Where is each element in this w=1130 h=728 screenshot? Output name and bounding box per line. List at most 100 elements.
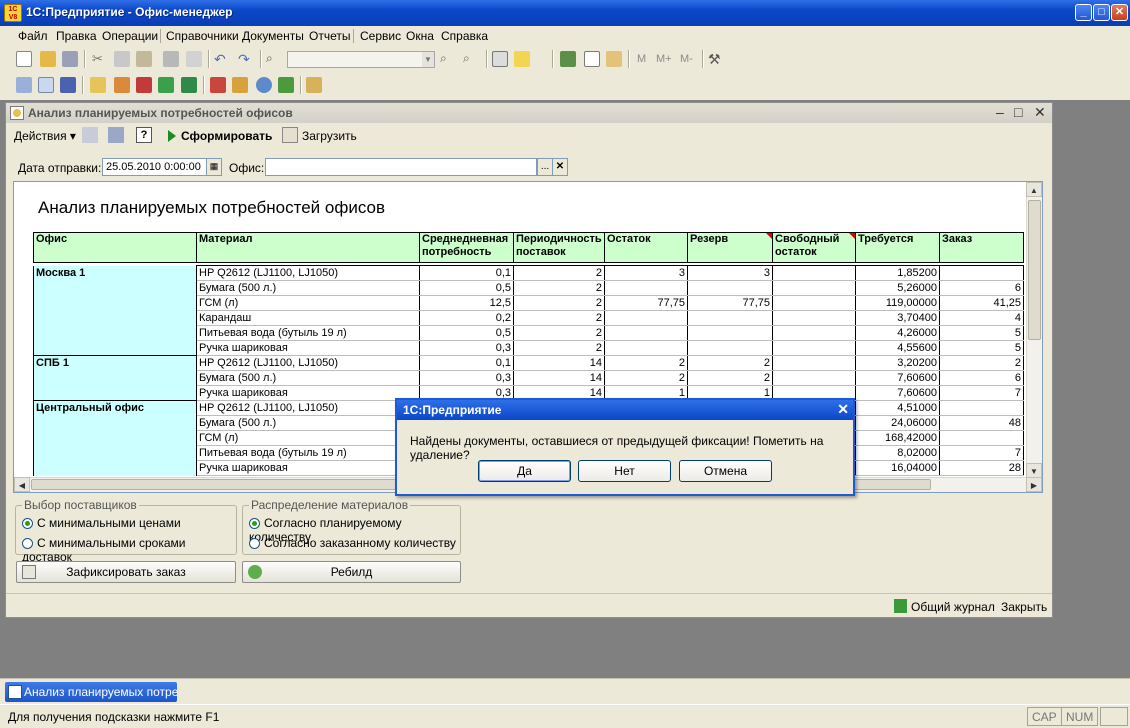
radio-checked-icon[interactable]: [22, 518, 33, 529]
radio-unchecked-icon[interactable]: [22, 538, 33, 549]
menu-file[interactable]: Файл: [18, 29, 48, 43]
doc3-icon[interactable]: [278, 77, 294, 93]
table-row[interactable]: СПБ 1 HP Q2612 (LJ1100, LJ1050) 0,1 14 2 2 3,…: [33, 355, 1024, 401]
windows-icon[interactable]: [492, 51, 508, 67]
globe-icon[interactable]: [256, 77, 272, 93]
doc1-icon[interactable]: [210, 77, 226, 93]
radio-unchecked-icon[interactable]: [249, 538, 260, 549]
report3-icon[interactable]: [136, 77, 152, 93]
print-icon[interactable]: [163, 51, 179, 67]
no-button[interactable]: Нет: [578, 460, 671, 482]
journal-button[interactable]: Общий журнал: [911, 600, 995, 614]
vertical-scrollbar[interactable]: ▲ ▼: [1026, 182, 1042, 478]
office-select-button[interactable]: ...: [537, 158, 553, 176]
load-button[interactable]: Загрузить: [302, 129, 357, 143]
distribution-option-ordered[interactable]: Согласно заказанному количеству: [249, 536, 456, 550]
doc2-icon[interactable]: [232, 77, 248, 93]
menu-service[interactable]: Сервис: [360, 29, 401, 43]
report-title: Анализ планируемых потребностей офисов: [38, 198, 385, 217]
actions-menu[interactable]: Действия ▾: [14, 129, 76, 143]
load-icon[interactable]: [282, 127, 298, 143]
scroll-up-icon[interactable]: ▲: [1026, 182, 1042, 197]
vertical-scroll-thumb[interactable]: [1028, 200, 1041, 340]
cancel-button[interactable]: Отмена: [679, 460, 772, 482]
col-office: Офис: [33, 232, 197, 263]
close-window-button[interactable]: Закрыть: [1001, 600, 1047, 614]
report1-icon[interactable]: [90, 77, 106, 93]
report-toolbar: Действия ▾ ? Сформировать Загрузить: [6, 123, 1052, 147]
copy-icon[interactable]: [114, 51, 130, 67]
m-minus-button[interactable]: M-: [680, 53, 693, 65]
scroll-left-icon[interactable]: ◀: [14, 477, 30, 492]
navigate-icon[interactable]: [108, 127, 124, 143]
find-next-icon[interactable]: ⌕: [440, 51, 456, 67]
m-plus-button[interactable]: M+: [656, 53, 672, 65]
office-clear-icon[interactable]: ✕: [552, 158, 568, 176]
list-icon[interactable]: [16, 77, 32, 93]
supplier-option-min-price[interactable]: С минимальными ценами: [22, 516, 181, 530]
settings-icon[interactable]: [306, 77, 322, 93]
user-icon[interactable]: [606, 51, 622, 67]
help-icon[interactable]: ?: [136, 127, 152, 143]
calendar-icon[interactable]: [584, 51, 600, 67]
save-icon[interactable]: [62, 51, 78, 67]
yes-button[interactable]: Да: [478, 460, 571, 482]
paste-icon[interactable]: [136, 51, 152, 67]
scroll-right-icon[interactable]: ▶: [1026, 477, 1042, 492]
window-maximize-icon[interactable]: □: [1014, 104, 1022, 120]
find-prev-icon[interactable]: ⌕: [463, 51, 479, 67]
taskbar-item-report[interactable]: Анализ планируемых потре...: [5, 682, 177, 702]
journal-icon: [894, 599, 907, 613]
window-close-icon[interactable]: ✕: [1034, 104, 1046, 121]
minimize-button[interactable]: _: [1075, 4, 1092, 21]
menu-documents[interactable]: Документы: [242, 29, 304, 43]
col-balance: Остаток: [604, 232, 688, 263]
binoculars-icon[interactable]: ⌕: [266, 51, 282, 67]
scroll-down-icon[interactable]: ▼: [1026, 463, 1042, 478]
supplier-option-min-delivery[interactable]: С минимальными сроками доставок: [22, 536, 236, 564]
report2-icon[interactable]: [114, 77, 130, 93]
rebuild-button[interactable]: Ребилд: [242, 561, 461, 583]
dialog-close-icon[interactable]: ✕: [837, 401, 849, 418]
tools-icon[interactable]: ⚒: [708, 51, 724, 67]
close-app-button[interactable]: ✕: [1111, 4, 1128, 21]
fix-order-button[interactable]: Зафиксировать заказ: [16, 561, 236, 583]
num-indicator: NUM: [1061, 707, 1099, 726]
radio-checked-icon[interactable]: [249, 518, 260, 529]
menu-bar: Файл Правка Операции Справочники Докумен…: [0, 26, 1130, 46]
search-combo[interactable]: ▼: [287, 51, 435, 68]
col-period: Периодичность поставок: [513, 232, 605, 263]
report4-icon[interactable]: [158, 77, 174, 93]
preview-icon[interactable]: [186, 51, 202, 67]
help-question-icon[interactable]: [514, 51, 530, 67]
generate-button[interactable]: Сформировать: [181, 129, 272, 143]
m-button[interactable]: M: [637, 53, 646, 65]
table-icon[interactable]: [38, 77, 54, 93]
open-folder-icon[interactable]: [40, 51, 56, 67]
menu-catalogs[interactable]: Справочники: [166, 29, 239, 43]
run-arrow-icon[interactable]: [168, 130, 176, 142]
date-field[interactable]: 25.05.2010 0:00:00: [102, 158, 208, 176]
book-icon[interactable]: [181, 77, 197, 93]
calculator-icon[interactable]: [560, 51, 576, 67]
cut-icon[interactable]: ✂: [92, 51, 108, 67]
menu-edit[interactable]: Правка: [56, 29, 97, 43]
menu-reports[interactable]: Отчеты: [309, 29, 350, 43]
maximize-button[interactable]: □: [1093, 4, 1110, 21]
undo-icon[interactable]: ↶: [214, 51, 230, 67]
table-row[interactable]: Москва 1 HP Q2612 (LJ1100, LJ1050) 0,1 2 3 3…: [33, 265, 1024, 356]
users-icon[interactable]: [60, 77, 76, 93]
toolbars: ✂ ↶ ↷ ⌕ ▼ ⌕ ⌕ M M+ M- ⚒: [0, 46, 1130, 100]
redo-icon[interactable]: ↷: [238, 51, 254, 67]
status-hint: Для получения подсказки нажмите F1: [8, 710, 220, 724]
menu-windows[interactable]: Окна: [406, 29, 434, 43]
chevron-down-icon[interactable]: ▼: [422, 52, 434, 67]
report-window-icon: [10, 106, 24, 120]
menu-help[interactable]: Справка: [441, 29, 488, 43]
menu-operations[interactable]: Операции: [102, 29, 158, 43]
copy-report-icon[interactable]: [82, 127, 98, 143]
calendar-picker-icon[interactable]: ▦: [206, 158, 222, 176]
office-field[interactable]: [265, 158, 537, 176]
new-document-icon[interactable]: [16, 51, 32, 67]
window-minimize-icon[interactable]: –: [996, 104, 1004, 120]
